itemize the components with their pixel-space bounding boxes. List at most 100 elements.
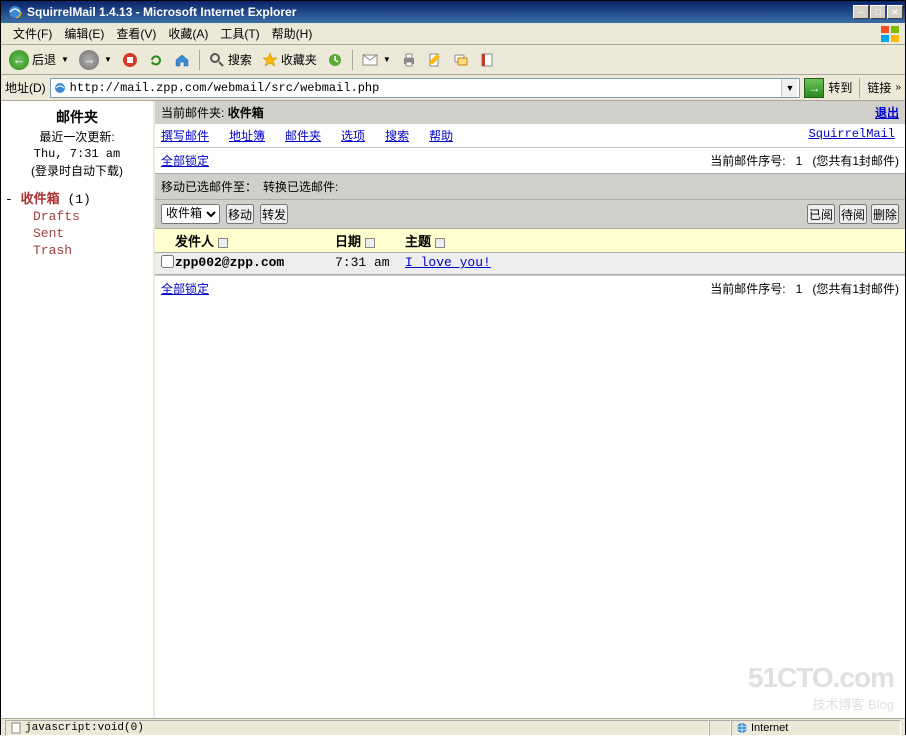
stop-button[interactable] (118, 48, 142, 72)
close-button[interactable]: ✕ (887, 5, 903, 19)
address-label: 地址(D) (5, 79, 46, 96)
toggle-all-top[interactable]: 全部锁定 (161, 152, 209, 169)
folder-drafts[interactable]: Drafts (5, 208, 149, 225)
security-zone: Internet (731, 720, 901, 736)
edit-icon (427, 52, 443, 68)
delete-button[interactable] (871, 204, 899, 224)
nav-options[interactable]: 选项 (341, 127, 365, 144)
url-dropdown[interactable]: ▼ (781, 79, 797, 97)
folder-header: 当前邮件夹: 收件箱 退出 (155, 101, 905, 124)
transform-label: 转换已选邮件: (263, 178, 338, 195)
menu-help[interactable]: 帮助(H) (266, 23, 319, 44)
print-icon (401, 52, 417, 68)
nav-addresses[interactable]: 地址簿 (229, 127, 265, 144)
sort-date-icon[interactable] (365, 238, 375, 248)
mail-button[interactable]: ▼ (358, 48, 395, 72)
webmail-nav: 撰写邮件 地址簿 邮件夹 选项 搜索 帮助 SquirrelMail (155, 124, 905, 147)
window-title: SquirrelMail 1.4.13 - Microsoft Internet… (27, 5, 853, 19)
col-subject[interactable]: 主题 (405, 235, 431, 250)
minimize-button[interactable]: ─ (853, 5, 869, 19)
sign-out-link[interactable]: 退出 (875, 104, 899, 121)
menu-file[interactable]: 文件(F) (7, 23, 58, 44)
col-date[interactable]: 日期 (335, 235, 361, 250)
favorites-button[interactable]: 收藏夹 (258, 48, 321, 72)
refresh-note: (登录时自动下载) (5, 163, 149, 180)
menu-edit[interactable]: 编辑(E) (58, 23, 110, 44)
nav-search[interactable]: 搜索 (385, 127, 409, 144)
history-button[interactable] (323, 48, 347, 72)
mark-read-button[interactable] (807, 204, 835, 224)
folder-inbox[interactable]: - 收件箱 (1) (5, 187, 149, 208)
forward-button[interactable]: → ▼ (75, 48, 116, 72)
print-button[interactable] (397, 48, 421, 72)
research-icon (479, 52, 495, 68)
back-button[interactable]: ← 后退 ▼ (5, 48, 73, 72)
status-bar: javascript:void(0) Internet (1, 718, 905, 736)
links-expand[interactable]: » (895, 82, 901, 93)
sort-from-icon[interactable] (218, 238, 228, 248)
toolbar: ← 后退 ▼ → ▼ 搜索 收藏夹 ▼ (1, 45, 905, 75)
toggle-all-bottom[interactable]: 全部锁定 (161, 280, 209, 297)
windows-logo-icon (877, 23, 905, 45)
maximize-button[interactable]: □ (870, 5, 886, 19)
history-icon (327, 52, 343, 68)
address-bar: 地址(D) ▼ → 转到 链接 » (1, 75, 905, 101)
stop-icon (122, 52, 138, 68)
url-input[interactable] (70, 81, 779, 95)
menu-favorites[interactable]: 收藏(A) (162, 23, 214, 44)
move-label: 移动已选邮件至： (161, 178, 257, 195)
menu-view[interactable]: 查看(V) (110, 23, 162, 44)
row-from: zpp002@zpp.com (175, 255, 335, 272)
search-label: 搜索 (228, 51, 252, 68)
row-subject-link[interactable]: I love you! (405, 255, 491, 272)
status-text-cell: javascript:void(0) (5, 720, 709, 736)
search-button[interactable]: 搜索 (205, 48, 256, 72)
message-row: zpp002@zpp.com 7:31 am I love you! (155, 253, 905, 275)
current-folder-name: 收件箱 (228, 106, 264, 120)
discuss-button[interactable] (449, 48, 473, 72)
folder-trash[interactable]: Trash (5, 242, 149, 259)
go-button[interactable]: → (804, 78, 824, 98)
message-pane: 当前邮件夹: 收件箱 退出 撰写邮件 地址簿 邮件夹 选项 搜索 帮助 Squi… (155, 101, 905, 718)
zone-label: Internet (751, 722, 788, 734)
status-spacer (709, 720, 731, 736)
menu-tools[interactable]: 工具(T) (214, 23, 265, 44)
message-list-header: 发件人 日期 主题 (155, 229, 905, 253)
mark-unread-button[interactable] (839, 204, 867, 224)
row-date: 7:31 am (335, 255, 405, 272)
research-button[interactable] (475, 48, 499, 72)
folder-sent[interactable]: Sent (5, 225, 149, 242)
page-icon-small (10, 722, 22, 734)
nav-compose[interactable]: 撰写邮件 (161, 127, 209, 144)
forward-button[interactable] (260, 204, 288, 224)
discuss-icon (453, 52, 469, 68)
nav-folders[interactable]: 邮件夹 (285, 127, 321, 144)
last-refresh-label: 最近一次更新: (5, 129, 149, 146)
edit-button[interactable] (423, 48, 447, 72)
move-target-select[interactable]: 收件箱 (161, 204, 220, 224)
star-icon (262, 52, 278, 68)
page-icon (53, 81, 67, 95)
back-icon: ← (9, 50, 29, 70)
last-refresh-time: Thu, 7:31 am (5, 146, 149, 163)
nav-help[interactable]: 帮助 (429, 127, 453, 144)
folders-title: 邮件夹 (5, 107, 149, 127)
go-label: 转到 (828, 79, 852, 96)
ie-icon (7, 4, 23, 20)
row-checkbox[interactable] (161, 255, 174, 268)
sort-subject-icon[interactable] (435, 238, 445, 248)
folders-pane: 邮件夹 最近一次更新: Thu, 7:31 am (登录时自动下载) - 收件箱… (1, 101, 155, 718)
refresh-icon (148, 52, 164, 68)
bulk-actions-row2: 收件箱 (155, 200, 905, 229)
move-button[interactable] (226, 204, 254, 224)
forward-icon: → (79, 50, 99, 70)
home-button[interactable] (170, 48, 194, 72)
nav-brand[interactable]: SquirrelMail (809, 127, 895, 144)
paginator-bottom: 全部锁定 当前邮件序号: 1 (您共有1封邮件) (155, 275, 905, 301)
col-from[interactable]: 发件人 (175, 235, 214, 250)
mail-icon (362, 52, 378, 68)
refresh-button[interactable] (144, 48, 168, 72)
status-text: javascript:void(0) (25, 722, 144, 734)
internet-zone-icon (736, 722, 748, 734)
menu-bar: 文件(F) 编辑(E) 查看(V) 收藏(A) 工具(T) 帮助(H) (1, 23, 905, 45)
